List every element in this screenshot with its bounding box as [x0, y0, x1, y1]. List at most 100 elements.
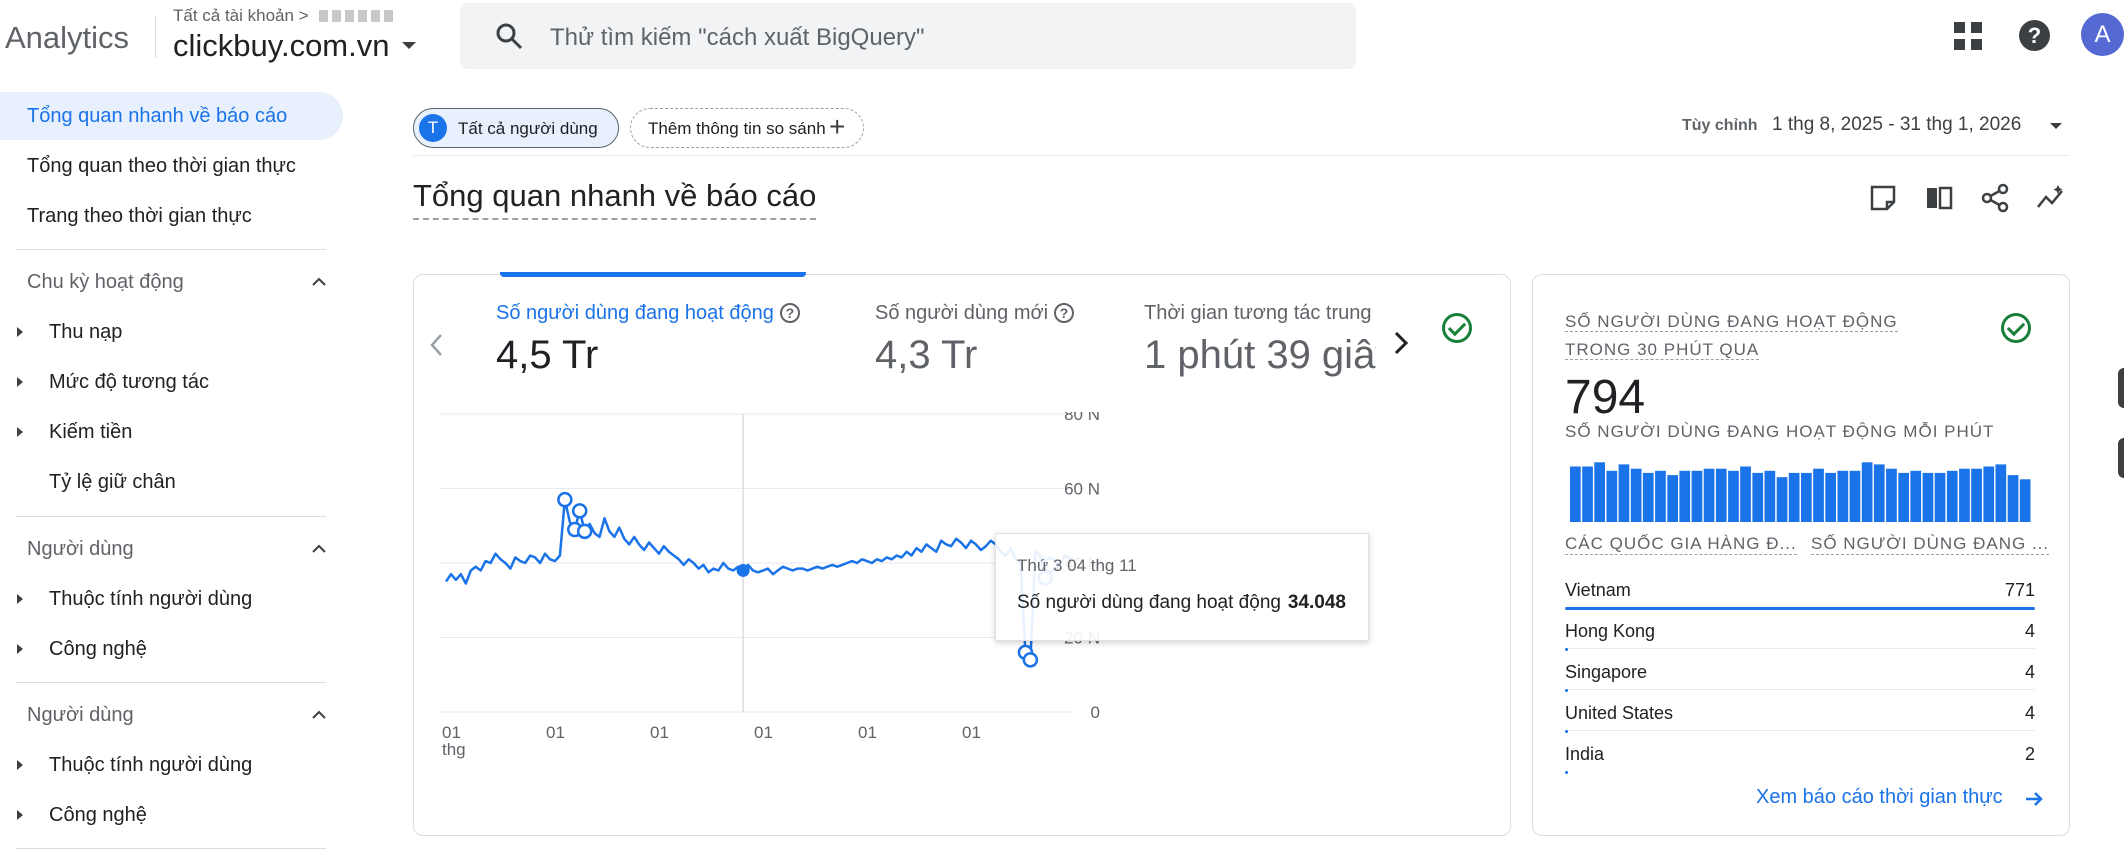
per-minute-bar	[1922, 472, 1934, 522]
insights-icon[interactable]	[2035, 182, 2067, 214]
sidebar-item-tech-2[interactable]: Công nghệ	[0, 793, 343, 837]
chevron-left-icon[interactable]	[427, 330, 447, 360]
table-row[interactable]: Hong Kong 4	[1565, 617, 2035, 657]
per-minute-bar	[1788, 472, 1800, 522]
per-minute-bar	[1825, 472, 1836, 522]
property-selector[interactable]: clickbuy.com.vn	[173, 28, 390, 64]
per-minute-bar	[1630, 468, 1642, 522]
sidebar-item-user-attributes-2[interactable]: Thuộc tính người dùng	[0, 743, 343, 787]
view-realtime-link[interactable]: Xem báo cáo thời gian thực	[1756, 786, 2003, 809]
side-panel-tab[interactable]	[2118, 368, 2124, 408]
realtime-title-text: SỐ NGƯỜI DÙNG ĐANG HOẠT ĐỘNG TRONG 30 PH…	[1565, 312, 1898, 360]
expand-arrow-icon[interactable]	[17, 327, 23, 337]
table-row[interactable]: United States 4	[1565, 699, 2035, 739]
per-minute-bar	[1959, 468, 1970, 522]
help-icon[interactable]: ?	[779, 303, 800, 323]
column-header-users[interactable]: SỐ NGƯỜI DÙNG ĐANG ...	[1811, 534, 2050, 555]
metric-value: 4,3 Tr	[875, 333, 978, 377]
sidebar-item-acquisition[interactable]: Thu nạp	[0, 310, 343, 354]
realtime-title: SỐ NGƯỜI DÙNG ĐANG HOẠT ĐỘNG TRONG 30 PH…	[1565, 308, 1965, 364]
search-bar[interactable]: Thử tìm kiếm "cách xuất BigQuery"	[460, 3, 1356, 69]
per-minute-bar	[1910, 470, 1922, 522]
help-icon[interactable]: ?	[1054, 303, 1075, 323]
date-range-selector[interactable]: 1 thg 8, 2025 - 31 thg 1, 2026	[1772, 114, 2021, 136]
sidebar-item-engagement[interactable]: Mức độ tương tác	[0, 360, 343, 404]
per-minute-bar	[1728, 470, 1739, 522]
avatar[interactable]: A	[2081, 13, 2124, 56]
chevron-up-icon[interactable]	[311, 707, 327, 723]
add-comparison-button[interactable]: Thêm thông tin so sánh +	[630, 108, 864, 148]
apps-icon[interactable]	[1954, 22, 1982, 50]
per-minute-bar	[1764, 470, 1776, 522]
note-icon[interactable]	[1867, 182, 1899, 214]
table-row[interactable]: Vietnam 771	[1565, 576, 2035, 616]
sidebar-item-retention[interactable]: Tỷ lệ giữ chân	[0, 460, 343, 504]
chevron-up-icon[interactable]	[311, 274, 327, 290]
brand-divider	[155, 16, 156, 58]
sidebar-item-realtime-overview[interactable]: Tổng quan theo thời gian thực	[0, 142, 343, 190]
redacted-account-name	[319, 7, 397, 27]
per-minute-bar	[1740, 466, 1751, 522]
app-brand[interactable]: Analytics	[5, 20, 129, 56]
per-minute-bar	[2019, 479, 2031, 522]
sidebar-section-users[interactable]: Người dùng	[27, 529, 327, 569]
sidebar-item-label: Công nghệ	[49, 804, 147, 826]
sidebar-item-tech[interactable]: Công nghệ	[0, 627, 343, 671]
sidebar-item-label: Kiếm tiền	[49, 421, 133, 443]
expand-arrow-icon[interactable]	[17, 427, 23, 437]
account-breadcrumb[interactable]: Tất cả tài khoản >	[173, 6, 397, 27]
sidebar-item-label: Thuộc tính người dùng	[49, 754, 253, 776]
per-minute-bar-chart[interactable]	[1570, 458, 2032, 522]
tooltip-value: 34.048	[1287, 592, 1346, 613]
check-circle-icon[interactable]	[1442, 313, 1472, 343]
plus-icon: +	[829, 111, 846, 142]
search-icon	[496, 23, 523, 50]
column-header-country[interactable]: CÁC QUỐC GIA HÀNG Đ...	[1565, 534, 1797, 555]
country-users: 4	[2024, 703, 2035, 723]
sidebar-item-reports-snapshot[interactable]: Tổng quan nhanh về báo cáo	[0, 92, 343, 140]
expand-arrow-icon[interactable]	[17, 594, 23, 604]
search-placeholder[interactable]: Thử tìm kiếm "cách xuất BigQuery"	[550, 24, 925, 52]
metric-tab-active-users[interactable]: Số người dùng đang hoạt động? 4,5 Tr	[496, 302, 800, 378]
sidebar-item-realtime-pages[interactable]: Trang theo thời gian thực	[0, 192, 343, 240]
per-minute-bar	[1606, 470, 1618, 522]
y-tick-label: 80 N	[1064, 412, 1100, 424]
series-line	[444, 498, 1071, 662]
chevron-down-icon[interactable]	[402, 42, 416, 49]
per-minute-bar	[1849, 470, 1861, 522]
section-title: Chu kỳ hoạt động	[27, 271, 184, 293]
chevron-down-icon[interactable]	[2050, 123, 2062, 129]
sidebar-section-users-2[interactable]: Người dùng	[27, 695, 327, 735]
chevron-up-icon[interactable]	[311, 541, 327, 557]
table-row[interactable]: India 2	[1565, 740, 2035, 780]
country-name: Singapore	[1565, 662, 1648, 682]
sidebar: Tổng quan nhanh về báo cáo Tổng quan the…	[0, 80, 345, 853]
side-panel-tab[interactable]	[2118, 438, 2124, 478]
chevron-right-icon[interactable]	[1390, 328, 1412, 358]
metric-tab-new-users[interactable]: Số người dùng mới? 4,3 Tr	[875, 302, 1075, 378]
table-row[interactable]: Singapore 4	[1565, 658, 2035, 698]
share-icon[interactable]	[1979, 182, 2011, 214]
comparison-chip-all-users[interactable]: T Tất cả người dùng	[413, 108, 619, 148]
help-icon[interactable]: ?	[2019, 20, 2050, 51]
per-minute-bar	[1801, 472, 1812, 522]
expand-arrow-icon[interactable]	[17, 644, 23, 654]
metric-tab-engagement-time[interactable]: Thời gian tương tác trung 1 phút 39 giây	[1140, 294, 1376, 394]
expand-arrow-icon[interactable]	[17, 810, 23, 820]
sidebar-item-monetization[interactable]: Kiếm tiền	[0, 410, 343, 454]
arrow-right-icon[interactable]	[2024, 789, 2044, 809]
x-tick-label: 01 thg	[442, 723, 466, 759]
account-path-text[interactable]: Tất cả tài khoản >	[173, 6, 309, 25]
sidebar-section-lifecycle[interactable]: Chu kỳ hoạt động	[27, 262, 327, 302]
check-circle-icon[interactable]	[2001, 313, 2031, 343]
per-minute-bar	[1934, 472, 1946, 522]
expand-arrow-icon[interactable]	[17, 377, 23, 387]
share-bar	[1565, 607, 2035, 610]
chart-tooltip: Thứ 3 04 thg 11 Số người dùng đang hoạt …	[995, 533, 1369, 641]
expand-arrow-icon[interactable]	[17, 760, 23, 770]
compare-icon[interactable]	[1923, 182, 1955, 214]
sidebar-item-label: Thuộc tính người dùng	[49, 588, 253, 610]
per-minute-bar	[1703, 468, 1715, 522]
sidebar-item-user-attributes[interactable]: Thuộc tính người dùng	[0, 577, 343, 621]
sidebar-item-label: Công nghệ	[49, 638, 147, 660]
